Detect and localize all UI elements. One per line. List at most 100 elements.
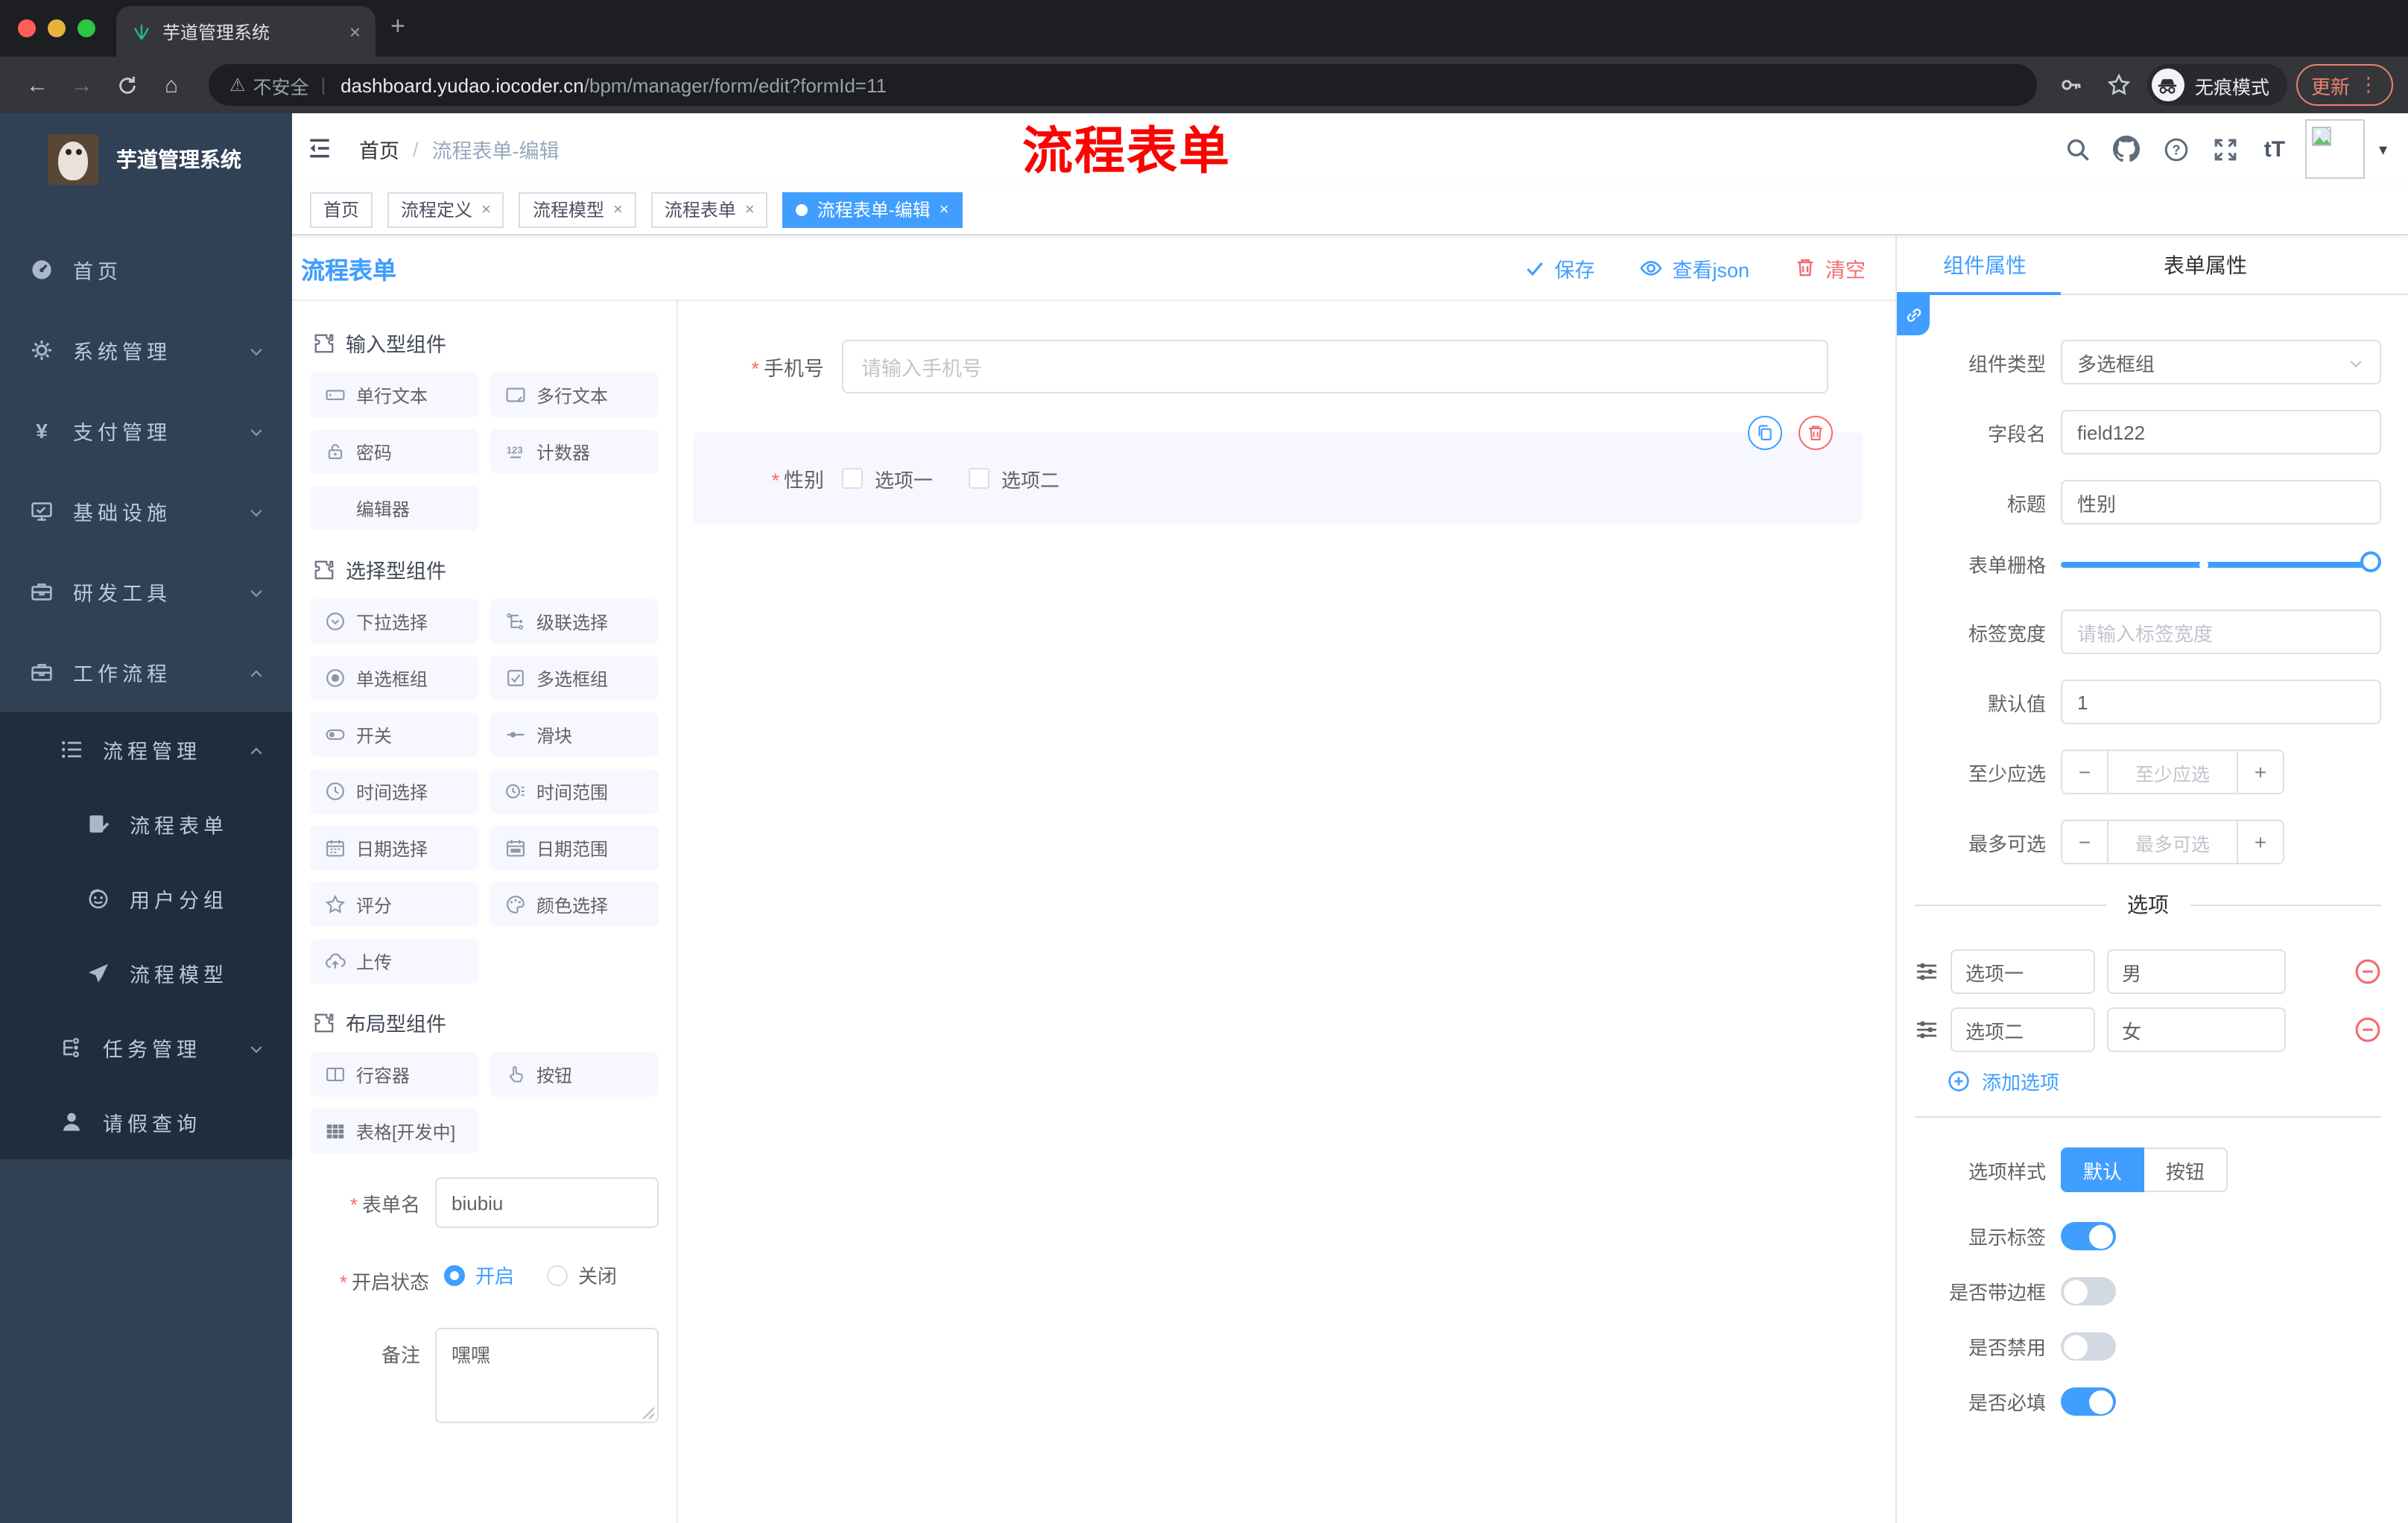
save-button[interactable]: 保存: [1524, 253, 1594, 282]
component-chip-date-picker[interactable]: 日期选择: [310, 826, 478, 870]
slider-handle[interactable]: [2360, 551, 2381, 571]
font-size-icon[interactable]: tT: [2257, 136, 2293, 162]
browser-tab[interactable]: 芋道管理系统 ×: [116, 6, 376, 57]
avatar-broken-image[interactable]: [2305, 119, 2366, 179]
default-value-input[interactable]: 1: [2061, 680, 2381, 724]
link-field-tag[interactable]: [1897, 295, 1930, 335]
stepper-plus-button[interactable]: +: [2238, 751, 2283, 793]
sidebar-item-process-mgmt[interactable]: 流程管理: [0, 712, 292, 787]
update-browser-button[interactable]: 更新 ⋮: [2295, 64, 2393, 106]
copy-component-button[interactable]: [1748, 416, 1782, 450]
sidebar-item-devtools[interactable]: 研发工具: [0, 551, 292, 632]
sidebar-item-payment[interactable]: ¥ 支付管理: [0, 390, 292, 471]
password-key-icon[interactable]: [2052, 72, 2091, 98]
sidebar-fold-icon[interactable]: [307, 136, 332, 162]
bookmark-star-icon[interactable]: [2100, 72, 2138, 98]
tab-close-icon[interactable]: ×: [349, 20, 361, 42]
avatar-caret-down-icon[interactable]: ▾: [2379, 139, 2387, 159]
fullscreen-icon[interactable]: [2208, 136, 2243, 162]
label-width-input[interactable]: 请输入标签宽度: [2061, 609, 2381, 654]
sidebar-item-user-group[interactable]: 用户分组: [0, 861, 292, 936]
component-chip-slider[interactable]: 滑块: [490, 712, 659, 757]
view-json-button[interactable]: 查看json: [1639, 253, 1749, 282]
component-chip-time-picker[interactable]: 时间选择: [310, 769, 478, 814]
reload-button[interactable]: [104, 72, 149, 98]
tag-process-form[interactable]: 流程表单 ×: [650, 191, 768, 227]
breadcrumb-home[interactable]: 首页: [359, 134, 399, 164]
checkbox-unchecked-icon[interactable]: [842, 468, 863, 489]
browser-menu-dots-icon[interactable]: ⋮: [2359, 73, 2378, 97]
form-name-input[interactable]: biubiu: [435, 1177, 659, 1228]
show-label-toggle-on[interactable]: [2061, 1222, 2116, 1250]
stepper-minus-button[interactable]: −: [2062, 751, 2107, 793]
component-type-select[interactable]: 多选框组: [2061, 340, 2381, 384]
component-chip-date-range[interactable]: 日期范围: [490, 826, 659, 870]
stepper-minus-button[interactable]: −: [2062, 821, 2107, 863]
sidebar-item-process-model[interactable]: 流程模型: [0, 936, 292, 1010]
tab-form-props[interactable]: 表单属性: [2164, 235, 2247, 295]
tag-close-icon[interactable]: ×: [481, 200, 491, 218]
sidebar-item-leave-query[interactable]: 请假查询: [0, 1085, 292, 1159]
gender-option-1[interactable]: 选项一: [842, 464, 933, 493]
gender-option-2[interactable]: 选项二: [969, 464, 1059, 493]
sidebar-item-task-mgmt[interactable]: 任务管理: [0, 1010, 292, 1085]
component-chip-select[interactable]: 下拉选择: [310, 599, 478, 644]
tag-close-icon[interactable]: ×: [940, 200, 949, 218]
component-chip-color-picker[interactable]: 颜色选择: [490, 882, 659, 927]
min-select-input[interactable]: 至少应选: [2107, 751, 2238, 793]
option-1-value-input[interactable]: 男: [2107, 949, 2286, 994]
grid-slider[interactable]: [2061, 551, 2381, 571]
delete-component-button[interactable]: [1799, 416, 1833, 450]
tag-home[interactable]: 首页: [310, 191, 373, 227]
new-tab-button[interactable]: +: [390, 12, 405, 42]
style-default-button[interactable]: 默认: [2061, 1147, 2145, 1192]
not-secure-label[interactable]: 不安全: [253, 71, 309, 99]
back-button[interactable]: ←: [15, 72, 60, 98]
address-bar[interactable]: ⚠ 不安全 | dashboard.yudao.iocoder.cn /bpm/…: [209, 64, 2037, 106]
component-chip-editor[interactable]: 编辑器: [310, 486, 478, 531]
tag-process-form-edit[interactable]: 流程表单-编辑 ×: [782, 191, 963, 227]
search-icon[interactable]: [2060, 136, 2096, 162]
component-chip-counter[interactable]: 计数器: [490, 429, 659, 474]
tag-close-icon[interactable]: ×: [613, 200, 623, 218]
option-2-label-input[interactable]: 选项二: [1951, 1007, 2095, 1052]
add-option-button[interactable]: 添加选项: [1948, 1067, 2381, 1095]
title-input[interactable]: 性别: [2061, 480, 2381, 525]
home-button[interactable]: ⌂: [149, 72, 194, 98]
close-window-button[interactable]: [18, 19, 36, 37]
component-chip-switch[interactable]: 开关: [310, 712, 478, 757]
sidebar-item-workflow[interactable]: 工作流程: [0, 632, 292, 712]
style-button-button[interactable]: 按钮: [2144, 1147, 2228, 1192]
sidebar-item-process-form[interactable]: 流程表单: [0, 787, 292, 861]
form-canvas[interactable]: * 手机号 请输入手机号 * 性别 选项一 选项二: [678, 301, 1895, 1523]
sidebar-item-system[interactable]: 系统管理: [0, 310, 292, 390]
status-radio-off[interactable]: 关闭: [547, 1261, 617, 1289]
drag-handle-icon[interactable]: [1915, 958, 1939, 985]
canvas-field-phone[interactable]: * 手机号 请输入手机号: [693, 340, 1828, 393]
tag-process-model[interactable]: 流程模型 ×: [519, 191, 636, 227]
field-name-input[interactable]: field122: [2061, 410, 2381, 455]
sidebar-item-infra[interactable]: 基础设施: [0, 471, 292, 551]
option-1-label-input[interactable]: 选项一: [1951, 949, 2095, 994]
tag-close-icon[interactable]: ×: [745, 200, 755, 218]
minimize-window-button[interactable]: [48, 19, 66, 37]
tab-component-props[interactable]: 组件属性: [1943, 235, 2027, 295]
maximize-window-button[interactable]: [77, 19, 95, 37]
disabled-toggle-off[interactable]: [2061, 1332, 2116, 1361]
component-chip-cascader[interactable]: 级联选择: [490, 599, 659, 644]
remove-option-icon[interactable]: [2354, 1016, 2381, 1043]
help-icon[interactable]: [2158, 136, 2194, 162]
component-chip-table[interactable]: 表格[开发中]: [310, 1109, 478, 1153]
component-chip-checkbox-group[interactable]: 多选框组: [490, 656, 659, 700]
component-chip-password[interactable]: 密码: [310, 429, 478, 474]
component-chip-single-text[interactable]: 单行文本: [310, 373, 478, 417]
component-chip-button[interactable]: 按钮: [490, 1052, 659, 1097]
checkbox-unchecked-icon[interactable]: [969, 468, 990, 489]
component-chip-upload[interactable]: 上传: [310, 939, 478, 984]
remove-option-icon[interactable]: [2354, 958, 2381, 985]
max-select-input[interactable]: 最多可选: [2107, 821, 2238, 863]
form-remark-textarea[interactable]: 嘿嘿: [435, 1328, 659, 1423]
drag-handle-icon[interactable]: [1915, 1016, 1939, 1043]
stepper-plus-button[interactable]: +: [2238, 821, 2283, 863]
option-2-value-input[interactable]: 女: [2107, 1007, 2286, 1052]
